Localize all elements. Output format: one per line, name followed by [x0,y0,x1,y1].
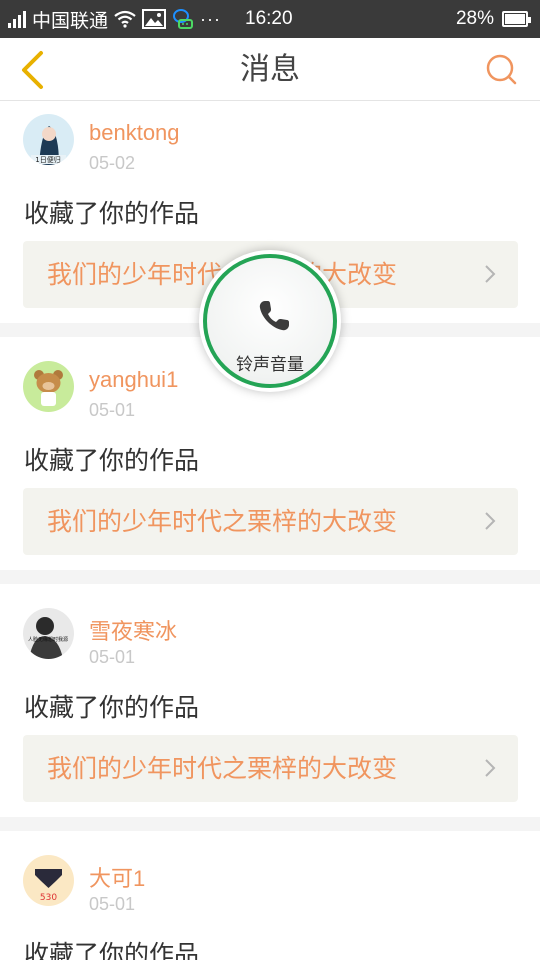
message-list: 1日便归 benktong 05-02 收藏了你的作品 我们的少年时代之栗梓的大… [0,101,540,960]
action-text: 收藏了你的作品 [24,199,200,228]
chevron-right-icon [485,265,496,283]
ellipsis-icon: ··· [200,8,221,29]
action-text: 收藏了你的作品 [24,693,200,722]
username[interactable]: 雪夜寒冰 [89,614,177,646]
search-button[interactable] [484,52,520,88]
battery-icon [502,11,531,27]
avatar[interactable]: 人脸无缘想时我源 [23,608,74,659]
battery-percent: 28% [455,8,494,29]
avatar-caption: 1日便归 [35,155,60,164]
work-link[interactable]: 我们的少年时代之栗梓的大改变 [23,735,518,802]
work-link[interactable]: 我们的少年时代之栗梓的大改变 [23,488,518,555]
list-item: 530 大可1 05-01 收藏了你的作品 [0,831,540,960]
avatar[interactable]: 530 [23,855,74,906]
image-icon [142,9,167,29]
avatar-caption: 530 [40,893,57,903]
status-bar: 中国联通 ··· 16:20 28% [0,0,540,38]
wifi-icon [114,10,136,28]
list-item: 人脸无缘想时我源 雪夜寒冰 05-01 收藏了你的作品 我们的少年时代之栗梓的大… [0,584,540,817]
avatar-caption: 人脸无缘想时我源 [28,636,68,643]
divider [0,817,540,831]
timestamp: 05-01 [89,894,136,914]
avatar[interactable] [23,361,74,412]
timestamp: 05-01 [89,647,136,667]
timestamp: 05-01 [89,400,136,420]
signal-icon [8,10,26,28]
avatar[interactable]: 1日便归 [23,114,74,165]
ringtone-volume-label: 铃声音量 [236,355,304,375]
ringtone-volume-button[interactable]: 铃声音量 [199,250,341,392]
wechat-icon [173,9,194,29]
phone-icon [259,301,289,331]
username[interactable]: 大可1 [89,861,145,893]
page-title: 消息 [240,52,300,87]
chevron-right-icon [485,759,496,777]
username[interactable]: yanghui1 [89,367,178,393]
carrier-label: 中国联通 [32,10,109,32]
chevron-right-icon [485,512,496,530]
work-title: 我们的少年时代之栗梓的大改变 [47,754,398,783]
clock: 16:20 [245,8,293,29]
action-text: 收藏了你的作品 [24,446,200,475]
divider [0,570,540,584]
app-header: 消息 [0,38,540,101]
action-text: 收藏了你的作品 [24,940,200,960]
search-icon [486,54,517,85]
work-title: 我们的少年时代之栗梓的大改变 [47,507,398,536]
username[interactable]: benktong [89,120,180,146]
timestamp: 05-02 [89,153,136,173]
